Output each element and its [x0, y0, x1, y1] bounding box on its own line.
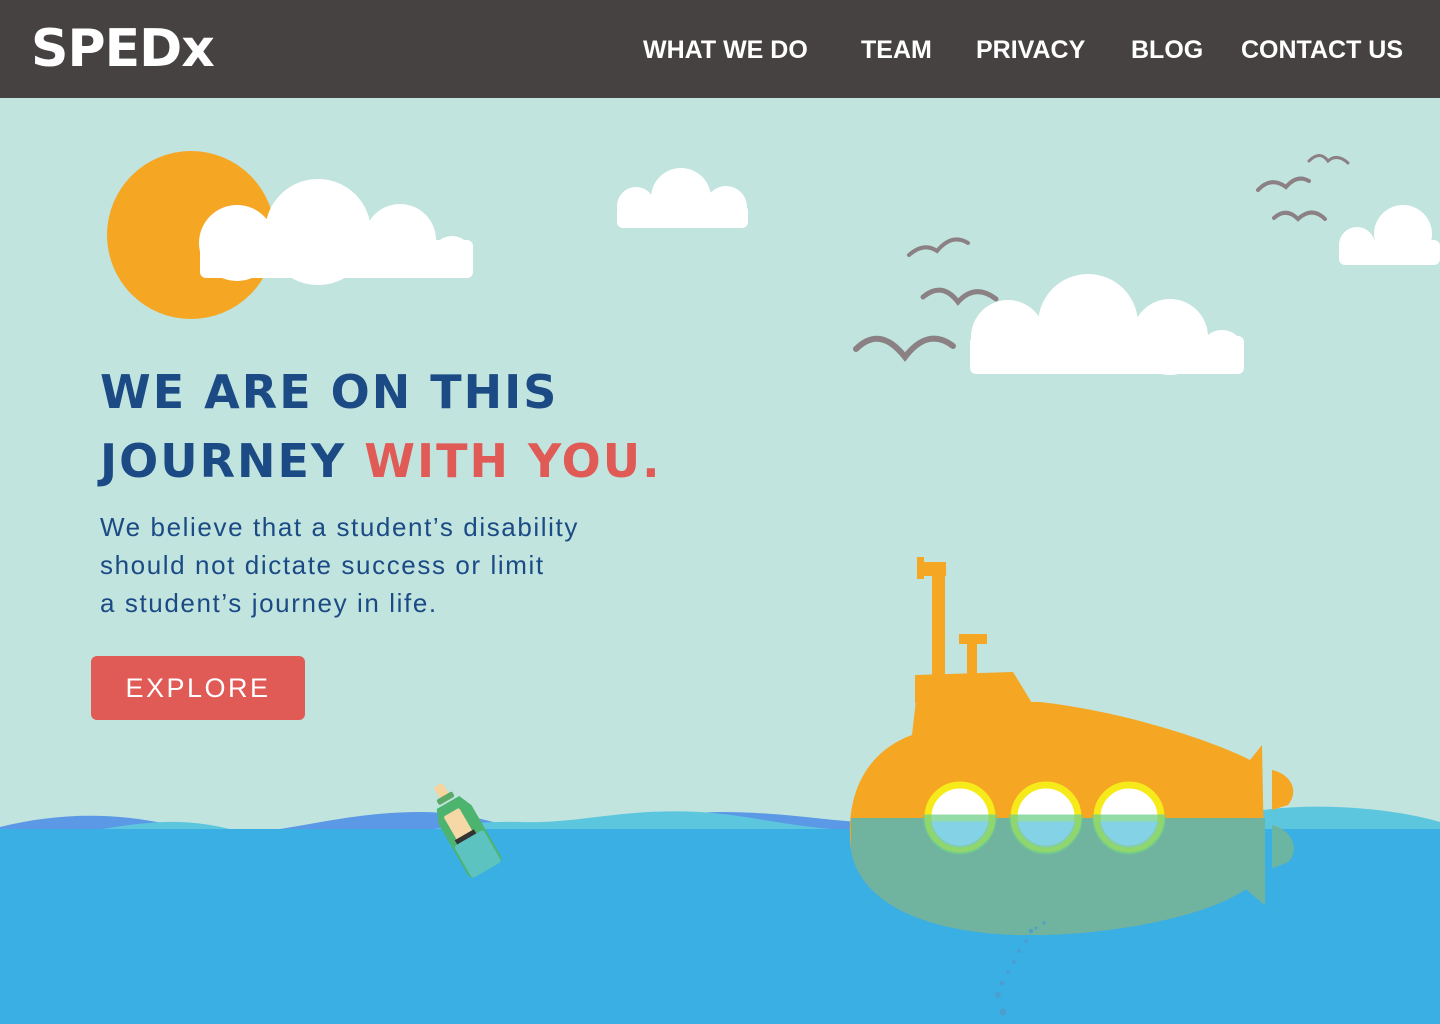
bird-icon [1256, 176, 1311, 192]
nav-link-privacy[interactable]: PRIVACY [976, 35, 1085, 65]
hero-headline: WE ARE ON THIS JOURNEY WITH YOU. [100, 358, 662, 496]
bird-icon [1272, 210, 1327, 222]
description-line: We believe that a student’s disability [100, 512, 579, 542]
description-line: a student’s journey in life. [100, 588, 438, 618]
cloud-icon [617, 168, 748, 228]
explore-button[interactable]: EXPLORE [91, 656, 305, 720]
nav-link-what-we-do[interactable]: WHAT WE DO [643, 35, 808, 65]
cloud-icon [1339, 205, 1440, 265]
hero-description: We believe that a student’s disability s… [100, 508, 700, 622]
description-line: should not dictate success or limit [100, 550, 545, 580]
nav-link-blog[interactable]: BLOG [1131, 35, 1203, 65]
cloud-icon [970, 274, 1244, 375]
bird-icon [920, 287, 999, 306]
headline-line-2: JOURNEY [100, 434, 347, 488]
bird-icon [907, 237, 970, 257]
nav-link-contact-us[interactable]: CONTACT US [1241, 35, 1403, 65]
nav-link-team[interactable]: TEAM [861, 35, 932, 65]
hero-text: WE ARE ON THIS JOURNEY WITH YOU. [100, 358, 662, 496]
bird-icon [1307, 154, 1350, 165]
bird-icon [853, 335, 956, 362]
headline-line-1: WE ARE ON THIS [100, 365, 559, 419]
top-navbar: SPEDx WHAT WE DO TEAM PRIVACY BLOG CONTA… [0, 0, 1440, 98]
brand-logo[interactable]: SPEDx [31, 18, 215, 80]
headline-accent: WITH YOU. [364, 434, 662, 488]
